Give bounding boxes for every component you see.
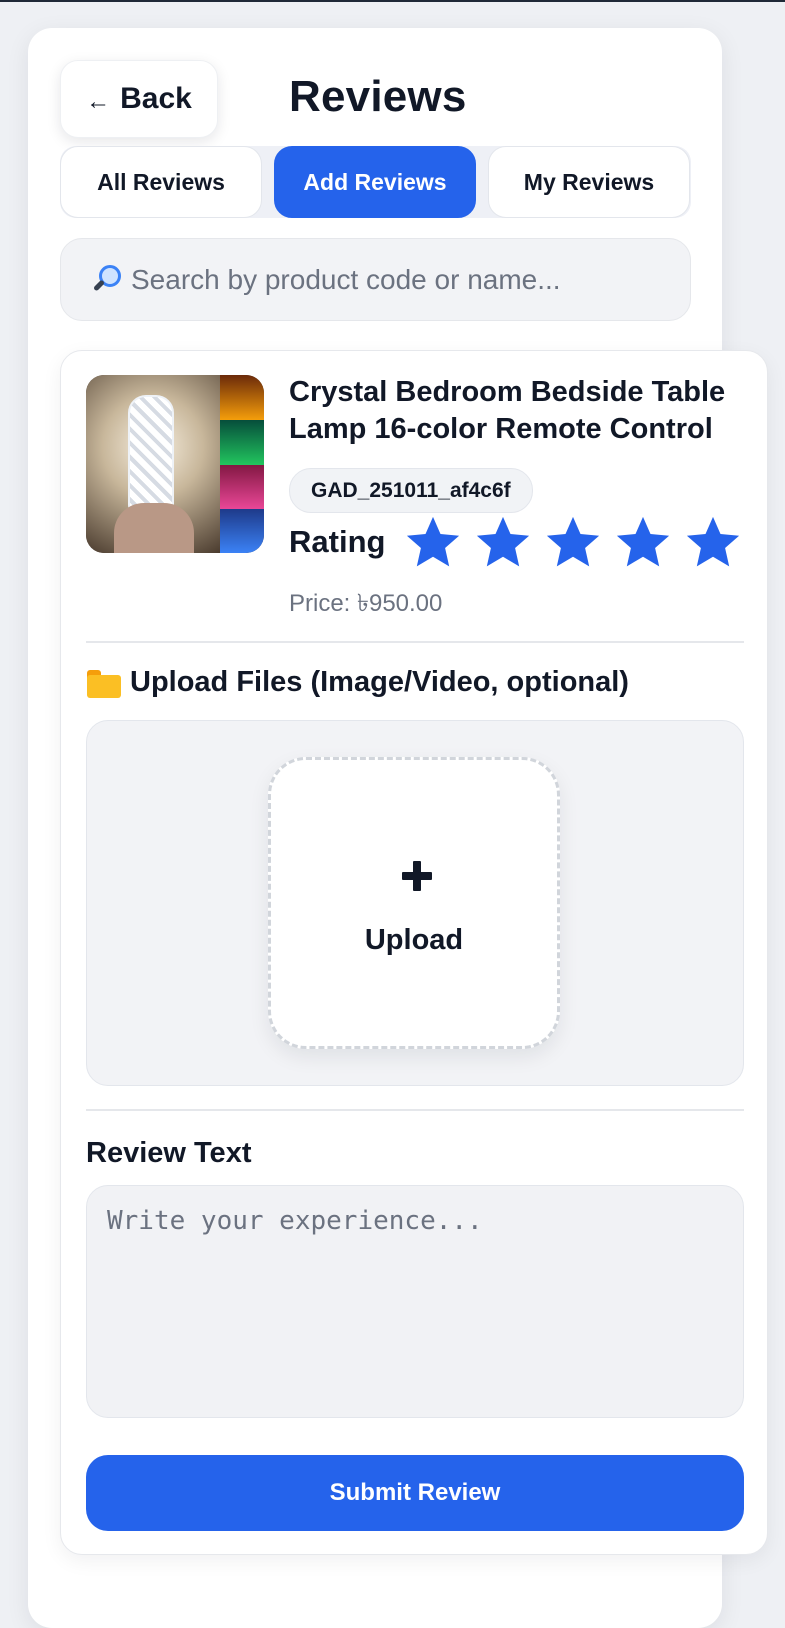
rating-stars	[404, 513, 754, 571]
review-textarea[interactable]	[86, 1185, 744, 1418]
page-title: Reviews	[289, 72, 467, 121]
back-button[interactable]: ← Back	[60, 60, 218, 138]
product-image	[86, 375, 264, 553]
review-text-label: Review Text	[86, 1137, 252, 1169]
upload-button[interactable]: Upload	[268, 757, 560, 1049]
star-icon-4[interactable]	[614, 513, 672, 571]
product-code-badge: GAD_251011_af4c6f	[289, 468, 533, 513]
star-icon-5[interactable]	[684, 513, 742, 571]
divider	[86, 641, 744, 643]
upload-heading-text: Upload Files (Image/Video, optional)	[130, 666, 629, 698]
back-label: Back	[120, 82, 192, 115]
rating-label: Rating	[289, 524, 386, 559]
star-icon-3[interactable]	[544, 513, 602, 571]
tab-add-reviews[interactable]: Add Reviews	[274, 146, 476, 218]
upload-heading: Upload Files (Image/Video, optional)	[86, 666, 629, 699]
tab-my-reviews[interactable]: My Reviews	[488, 146, 690, 218]
submit-review-button[interactable]: Submit Review	[86, 1455, 744, 1531]
plus-icon	[402, 861, 432, 891]
search-input[interactable]	[131, 263, 671, 296]
magnifier-icon	[89, 263, 123, 297]
tab-all-reviews[interactable]: All Reviews	[60, 146, 262, 218]
top-border	[0, 0, 785, 2]
upload-label: Upload	[364, 924, 464, 956]
back-arrow-icon: ←	[86, 88, 111, 115]
divider	[86, 1109, 744, 1111]
folder-icon	[86, 668, 122, 698]
star-icon-2[interactable]	[474, 513, 532, 571]
product-title: Crystal Bedroom Bedside Table Lamp 16-co…	[289, 376, 726, 445]
star-icon-1[interactable]	[404, 513, 462, 571]
product-price: Price: ৳950.00	[289, 590, 443, 617]
search-bar	[60, 238, 691, 321]
